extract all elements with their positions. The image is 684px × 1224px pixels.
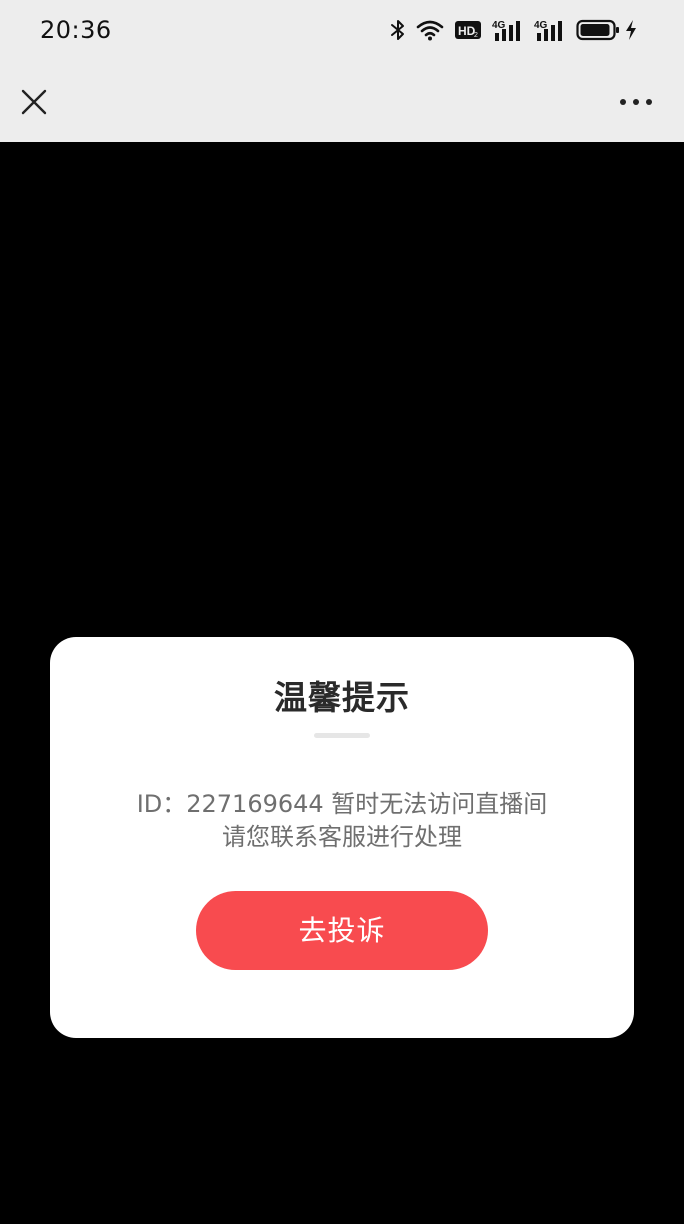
status-time: 20:36 [40,16,112,44]
dialog-message-line2: 请您联系客服进行处理 [222,823,462,851]
charging-icon [624,19,638,41]
signal-4g-icon: 4G [492,18,524,42]
close-button[interactable] [14,82,54,122]
dialog-title: 温馨提示 [274,678,410,717]
notice-dialog: 温馨提示 ID：227169644 暂时无法访问直播间 请您联系客服进行处理 去… [50,637,634,1038]
hd-icon: HD 2 [454,20,482,40]
battery-icon [576,19,620,41]
more-button[interactable] [612,86,660,118]
dialog-message-line1: ID：227169644 暂时无法访问直播间 [136,790,548,818]
more-icon [620,99,652,105]
signal-4g-icon: 4G [534,18,566,42]
nav-bar [0,62,684,142]
status-icons: HD 2 4G 4G [380,16,638,44]
top-bar: 20:36 HD 2 4G 4G [0,0,684,142]
svg-text:2: 2 [474,32,478,39]
close-icon [21,89,47,115]
screen: 20:36 HD 2 4G 4G 温馨提示 ID：227169644 暂时无法访… [0,0,684,1224]
complain-button[interactable]: 去投诉 [196,891,488,970]
status-bar: 20:36 HD 2 4G 4G [0,0,684,62]
wifi-icon [416,19,444,41]
bluetooth-icon [390,18,406,42]
title-divider [314,733,370,738]
